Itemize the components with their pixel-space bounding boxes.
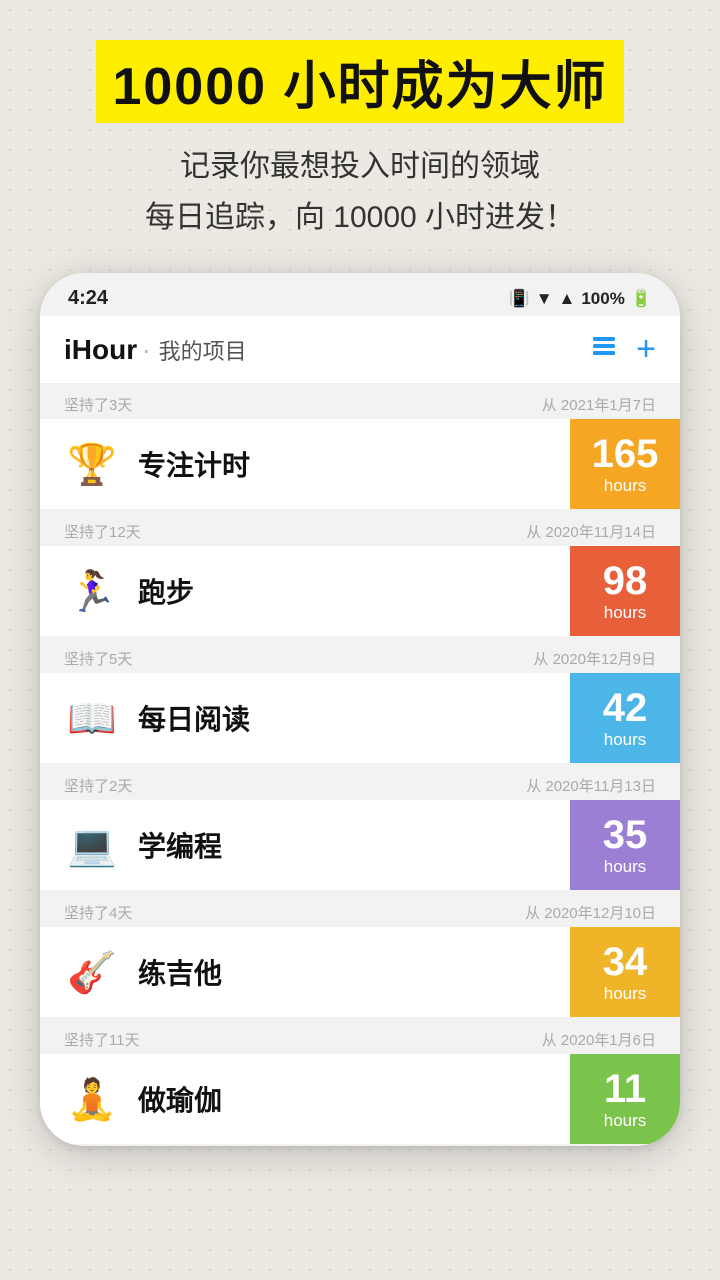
header-actions: +: [590, 330, 656, 369]
project-group-2[interactable]: 坚持了5天从 2020年12月9日📖每日阅读42hours: [40, 638, 680, 763]
app-title-group: iHour · 我的项目: [64, 334, 247, 366]
project-persist-1: 坚持了12天: [64, 521, 141, 542]
app-separator: ·: [142, 334, 159, 365]
project-meta-3: 坚持了2天 从 2020年11月13日: [40, 765, 680, 800]
project-meta-2: 坚持了5天 从 2020年12月9日: [40, 638, 680, 673]
signal-icon: ▲: [559, 289, 576, 309]
battery-text: 100%: [581, 289, 624, 309]
hours-label-0: hours: [604, 476, 647, 496]
project-card-2[interactable]: 📖每日阅读42hours: [40, 673, 680, 763]
add-project-button[interactable]: +: [636, 330, 656, 369]
project-emoji-2: 📖: [64, 695, 120, 742]
project-name-2: 每日阅读: [138, 698, 570, 738]
project-group-0[interactable]: 坚持了3天从 2021年1月7日🏆专注计时165hours: [40, 384, 680, 509]
project-group-4[interactable]: 坚持了4天从 2020年12月10日🎸练吉他34hours: [40, 892, 680, 1017]
hours-number-2: 42: [603, 686, 648, 730]
project-emoji-1: 🏃‍♀️: [64, 568, 120, 615]
project-since-1: 从 2020年11月14日: [526, 521, 656, 542]
battery-icon: 🔋: [631, 289, 652, 309]
project-hours-badge-0: 165hours: [570, 419, 680, 509]
status-right: 📳 ▼ ▲ 100% 🔋: [509, 289, 652, 309]
project-emoji-4: 🎸: [64, 949, 120, 996]
app-name: iHour: [64, 334, 137, 365]
project-persist-2: 坚持了5天: [64, 648, 132, 669]
project-hours-badge-5: 11hours: [570, 1054, 680, 1144]
project-hours-badge-4: 34hours: [570, 927, 680, 1017]
project-hours-badge-1: 98hours: [570, 546, 680, 636]
project-since-2: 从 2020年12月9日: [533, 648, 656, 669]
hero-header: 10000 小时成为大师 记录你最想投入时间的领域 每日追踪，向 10000 小…: [56, 40, 663, 243]
hours-label-5: hours: [604, 1111, 647, 1131]
vibrate-icon: 📳: [509, 289, 530, 309]
hero-subtitle: 记录你最想投入时间的领域 每日追踪，向 10000 小时进发！: [96, 141, 623, 243]
project-emoji-0: 🏆: [64, 441, 120, 488]
project-hours-badge-2: 42hours: [570, 673, 680, 763]
app-header: iHour · 我的项目 +: [40, 316, 680, 384]
project-card-4[interactable]: 🎸练吉他34hours: [40, 927, 680, 1017]
project-card-5[interactable]: 🧘做瑜伽11hours: [40, 1054, 680, 1144]
project-since-5: 从 2020年1月6日: [542, 1029, 656, 1050]
phone-mockup: 4:24 📳 ▼ ▲ 100% 🔋 iHour · 我的项目 +: [40, 273, 680, 1146]
hero-title: 10000 小时成为大师: [96, 40, 623, 123]
list-view-button[interactable]: [590, 332, 618, 367]
project-emoji-5: 🧘: [64, 1076, 120, 1123]
project-persist-0: 坚持了3天: [64, 394, 132, 415]
project-persist-3: 坚持了2天: [64, 775, 132, 796]
hours-number-1: 98: [603, 559, 648, 603]
project-since-0: 从 2021年1月7日: [542, 394, 656, 415]
projects-list: 坚持了3天从 2021年1月7日🏆专注计时165hours坚持了12天从 202…: [40, 384, 680, 1144]
project-group-1[interactable]: 坚持了12天从 2020年11月14日🏃‍♀️跑步98hours: [40, 511, 680, 636]
hours-label-1: hours: [604, 603, 647, 623]
status-time: 4:24: [68, 287, 108, 310]
project-name-5: 做瑜伽: [138, 1079, 570, 1119]
project-card-3[interactable]: 💻学编程35hours: [40, 800, 680, 890]
project-meta-1: 坚持了12天 从 2020年11月14日: [40, 511, 680, 546]
project-card-1[interactable]: 🏃‍♀️跑步98hours: [40, 546, 680, 636]
project-meta-0: 坚持了3天 从 2021年1月7日: [40, 384, 680, 419]
project-hours-badge-3: 35hours: [570, 800, 680, 890]
wifi-icon: ▼: [536, 289, 553, 309]
project-group-3[interactable]: 坚持了2天从 2020年11月13日💻学编程35hours: [40, 765, 680, 890]
project-name-0: 专注计时: [138, 444, 570, 484]
project-persist-4: 坚持了4天: [64, 902, 132, 923]
project-name-3: 学编程: [138, 825, 570, 865]
project-name-4: 练吉他: [138, 952, 570, 992]
hours-label-2: hours: [604, 730, 647, 750]
project-group-5[interactable]: 坚持了11天从 2020年1月6日🧘做瑜伽11hours: [40, 1019, 680, 1144]
hours-label-3: hours: [604, 857, 647, 877]
hours-number-4: 34: [603, 940, 648, 984]
status-bar: 4:24 📳 ▼ ▲ 100% 🔋: [40, 273, 680, 316]
hours-number-0: 165: [592, 432, 659, 476]
project-card-0[interactable]: 🏆专注计时165hours: [40, 419, 680, 509]
subtitle-line1: 记录你最想投入时间的领域: [96, 141, 623, 192]
project-since-3: 从 2020年11月13日: [526, 775, 656, 796]
project-meta-5: 坚持了11天 从 2020年1月6日: [40, 1019, 680, 1054]
hours-number-3: 35: [603, 813, 648, 857]
app-section: 我的项目: [159, 339, 247, 364]
project-persist-5: 坚持了11天: [64, 1029, 140, 1050]
hours-number-5: 11: [604, 1067, 646, 1111]
subtitle-line2: 每日追踪，向 10000 小时进发！: [96, 192, 623, 243]
hours-label-4: hours: [604, 984, 647, 1004]
project-meta-4: 坚持了4天 从 2020年12月10日: [40, 892, 680, 927]
project-since-4: 从 2020年12月10日: [525, 902, 656, 923]
project-name-1: 跑步: [138, 571, 570, 611]
project-emoji-3: 💻: [64, 822, 120, 869]
